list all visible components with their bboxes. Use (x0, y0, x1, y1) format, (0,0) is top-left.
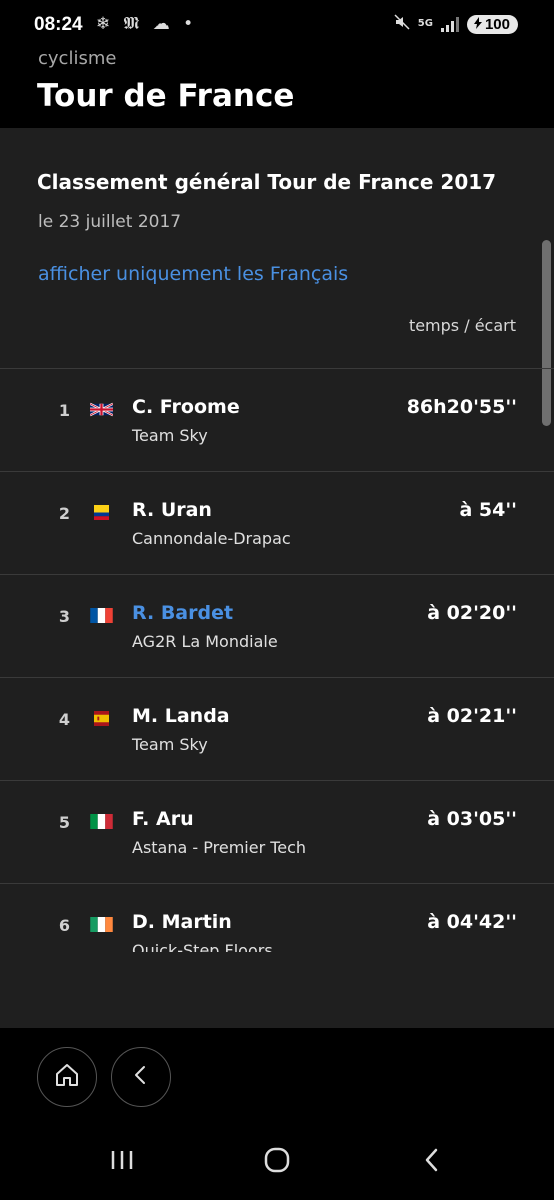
rider-name[interactable]: R. Uran (132, 499, 212, 521)
system-home-icon (263, 1146, 291, 1178)
back-button[interactable] (111, 1047, 171, 1107)
time-gap: à 03'05'' (427, 808, 517, 830)
ranking-row[interactable]: 2 R. Uran Cannondale-Drapac à 54'' (0, 472, 554, 575)
team-name: Team Sky (132, 735, 208, 754)
system-nav-bar (0, 1129, 554, 1200)
flag-es-icon (90, 711, 113, 726)
home-icon (54, 1062, 80, 1092)
flag-ie-icon (90, 917, 113, 932)
rank-number: 2 (58, 504, 70, 523)
ranking-row[interactable]: 4 M. Landa Team Sky à 02'21'' (0, 678, 554, 781)
time-gap: 86h20'55'' (406, 396, 517, 418)
column-header-time-gap: temps / écart (408, 316, 516, 335)
rank-number: 1 (58, 401, 70, 420)
chevron-left-icon (130, 1064, 152, 1090)
rank-number: 6 (58, 916, 70, 935)
signal-icon (440, 16, 459, 32)
time-gap: à 04'42'' (427, 911, 517, 933)
battery-indicator: 100 (466, 14, 518, 34)
rider-name[interactable]: R. Bardet (132, 602, 233, 624)
time-gap: à 02'21'' (427, 705, 517, 727)
time-gap: à 02'20'' (427, 602, 517, 624)
flag-gb-icon (90, 402, 113, 417)
team-name: Astana - Premier Tech (132, 838, 307, 857)
team-name: Quick-Step Floors (132, 941, 273, 952)
rider-name[interactable]: D. Martin (132, 911, 232, 933)
team-name: Team Sky (132, 426, 208, 445)
status-right: 5G 100 (394, 14, 518, 34)
rider-name[interactable]: F. Aru (132, 808, 194, 830)
page-title: Tour de France (37, 78, 295, 114)
battery-charging-icon (473, 16, 483, 33)
ranking-row[interactable]: 5 F. Aru Astana - Premier Tech à 03'05'' (0, 781, 554, 884)
rank-number: 4 (58, 710, 70, 729)
status-bar: 08:24 ❄ 𝕸 ☁ • 5G 100 (0, 0, 554, 50)
system-home-button[interactable] (257, 1147, 297, 1177)
home-button[interactable] (37, 1047, 97, 1107)
ranking-title: Classement général Tour de France 2017 (37, 170, 497, 194)
french-only-link[interactable]: afficher uniquement les Français (38, 263, 348, 285)
ranking-date: le 23 juillet 2017 (38, 212, 182, 232)
flag-fr-icon (90, 608, 113, 623)
network-label: 5G (417, 18, 433, 29)
ranking-content[interactable]: Classement général Tour de France 2017 l… (0, 128, 554, 1028)
recent-apps-button[interactable] (102, 1147, 142, 1177)
ranking-row[interactable]: 3 R. Bardet AG2R La Mondiale à 02'20'' (0, 575, 554, 678)
app-header: cyclisme Tour de France (0, 46, 554, 128)
status-time: 08:24 (34, 14, 83, 35)
header-subtitle: cyclisme (38, 48, 117, 69)
rank-number: 5 (58, 813, 70, 832)
recent-apps-icon (109, 1149, 135, 1175)
mute-icon (394, 14, 410, 34)
time-gap: à 54'' (459, 499, 517, 521)
team-name: Cannondale-Drapac (132, 529, 291, 548)
notification-icons: ❄ 𝕸 ☁ • (96, 14, 198, 34)
rider-name[interactable]: C. Froome (132, 396, 240, 418)
flag-co-icon (90, 505, 113, 520)
system-back-icon (421, 1147, 443, 1177)
app-bottom-nav (0, 1029, 554, 1129)
rider-name[interactable]: M. Landa (132, 705, 230, 727)
battery-level: 100 (484, 15, 510, 33)
system-back-button[interactable] (412, 1147, 452, 1177)
flag-it-icon (90, 814, 113, 829)
team-name: AG2R La Mondiale (132, 632, 278, 651)
ranking-row[interactable]: 6 D. Martin Quick-Step Floors à 04'42'' (0, 884, 554, 952)
ranking-list: 1 C. Froome Team Sky 86h20'55'' 2 R. Ura… (0, 368, 554, 952)
rank-number: 3 (58, 607, 70, 626)
ranking-row[interactable]: 1 C. Froome Team Sky 86h20'55'' (0, 369, 554, 472)
